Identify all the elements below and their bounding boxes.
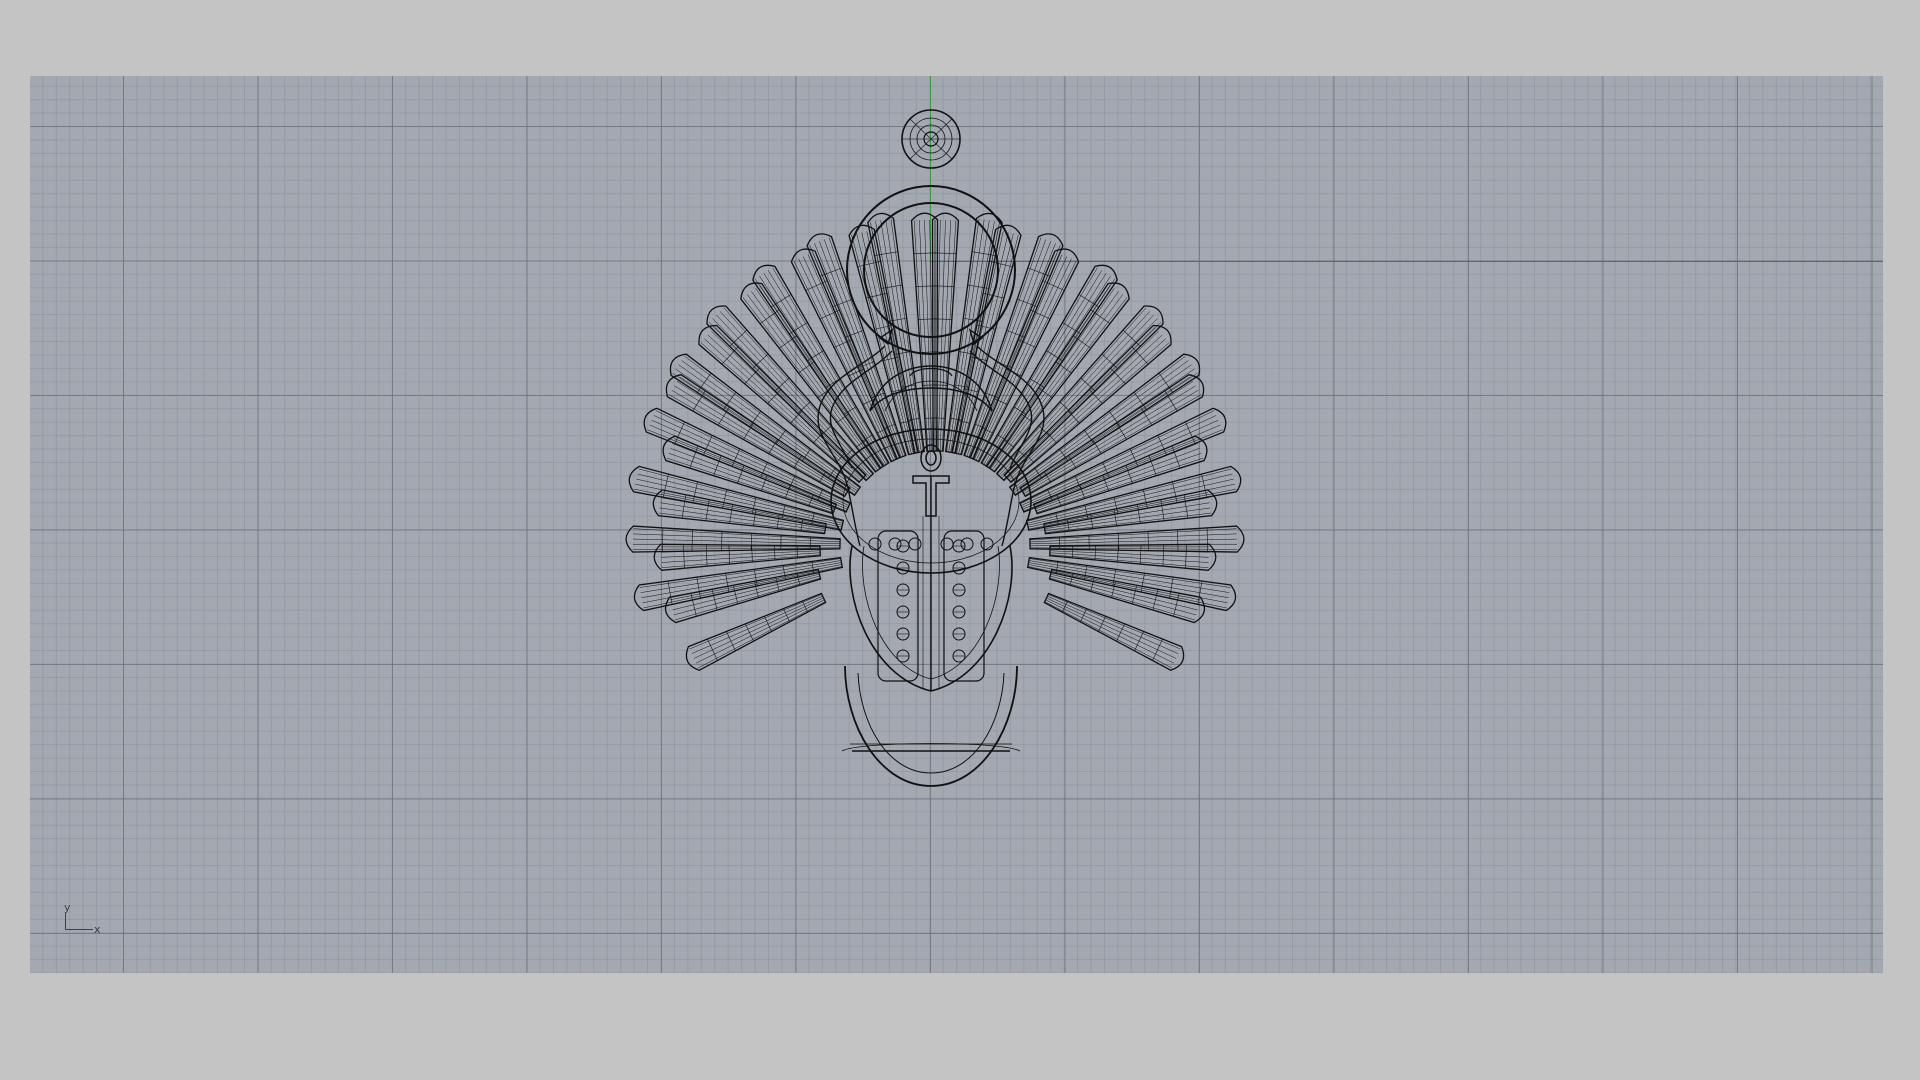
stud (868, 537, 882, 551)
cplane-y-line (65, 913, 66, 930)
cplane-axis-indicator: y x (64, 902, 104, 936)
wing-feather (1043, 592, 1185, 671)
right-wing (625, 212, 1218, 671)
stud (888, 537, 902, 551)
bail-loop (901, 109, 961, 169)
top-viewport[interactable]: y x (30, 76, 1883, 973)
left-wing (652, 212, 1245, 671)
cplane-x-line (65, 929, 93, 930)
wing-feather (980, 264, 1118, 470)
wing-feather (685, 592, 827, 671)
cplane-y-label: y (64, 901, 71, 914)
scarab-pendant-wireframe[interactable] (30, 76, 1883, 973)
cplane-x-label: x (94, 923, 101, 936)
stud (940, 537, 954, 551)
stud (960, 537, 974, 551)
stud (980, 537, 994, 551)
stud (908, 537, 922, 551)
